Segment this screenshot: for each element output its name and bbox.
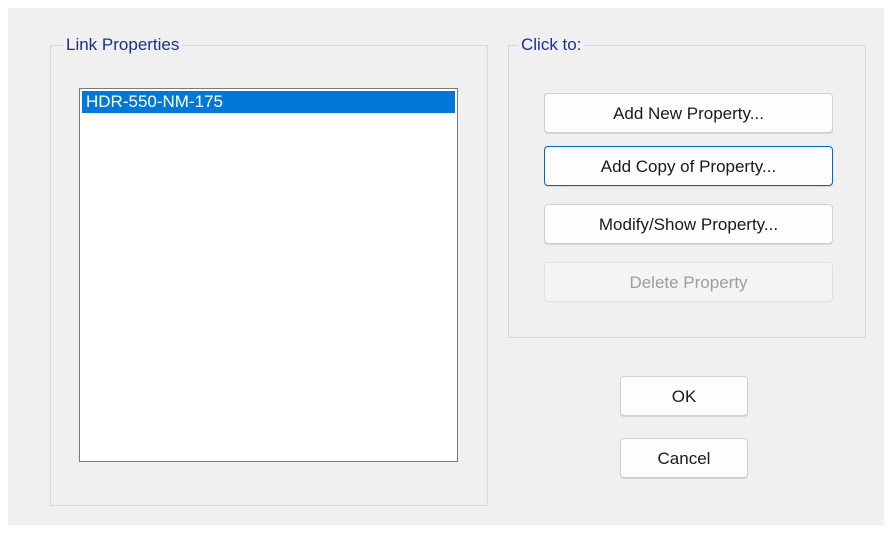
click-to-legend: Click to:: [518, 35, 585, 55]
modify-show-property-button[interactable]: Modify/Show Property...: [544, 204, 833, 244]
list-item[interactable]: HDR-550-NM-175: [82, 91, 455, 113]
link-properties-list[interactable]: HDR-550-NM-175: [79, 88, 458, 462]
click-to-group: Click to: Add New Property... Add Copy o…: [508, 35, 866, 338]
link-properties-group: Link Properties HDR-550-NM-175: [50, 35, 488, 506]
link-properties-legend: Link Properties: [63, 35, 183, 55]
add-copy-of-property-button[interactable]: Add Copy of Property...: [544, 146, 833, 186]
add-new-property-button[interactable]: Add New Property...: [544, 93, 833, 133]
link-properties-dialog: Link Properties HDR-550-NM-175 Click to:…: [8, 8, 884, 525]
delete-property-button: Delete Property: [544, 262, 833, 302]
ok-button[interactable]: OK: [620, 376, 748, 416]
cancel-button[interactable]: Cancel: [620, 438, 748, 478]
